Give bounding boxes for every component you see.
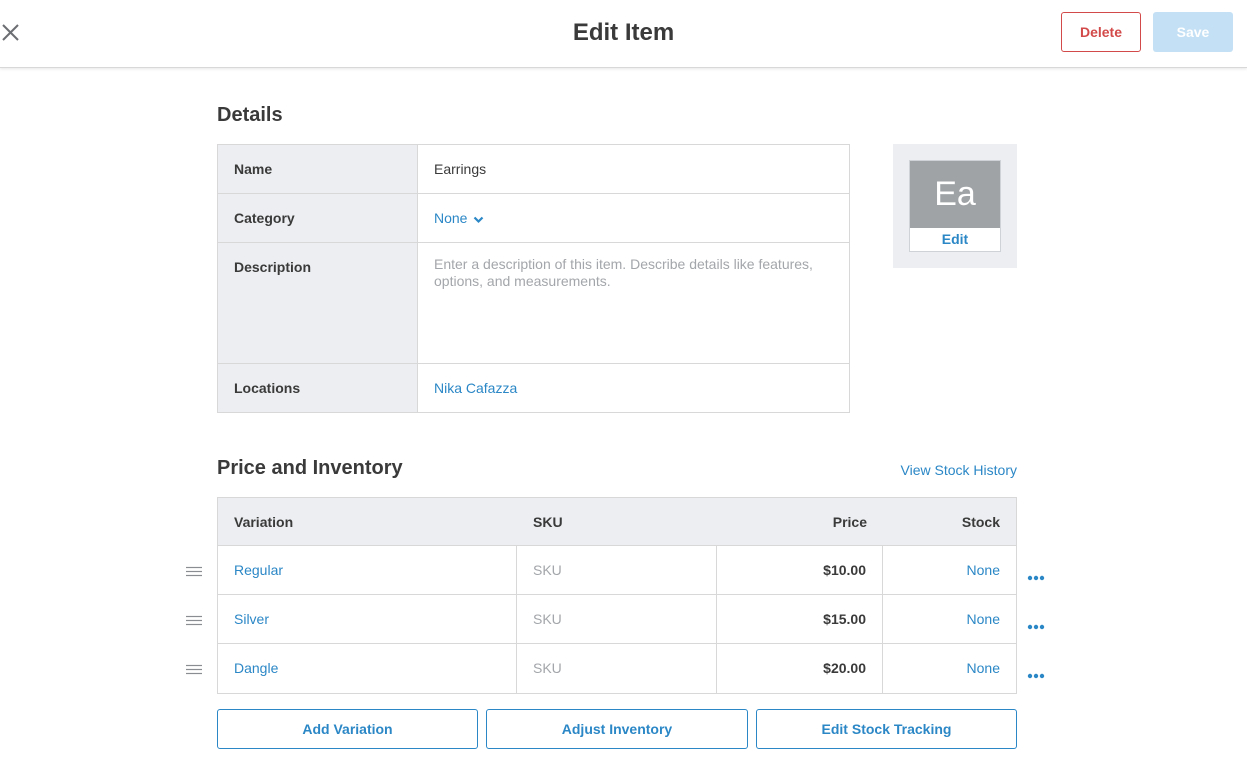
thumbnail-panel: Ea Edit (893, 144, 1017, 268)
name-field-cell[interactable] (418, 145, 849, 193)
row-menu-button[interactable] (1027, 617, 1045, 630)
price-input[interactable]: $20.00 (717, 644, 883, 693)
table-header: Variation SKU Price Stock (218, 498, 1016, 546)
variation-name[interactable]: Regular (218, 546, 517, 594)
variation-name[interactable]: Silver (218, 595, 517, 643)
details-section-title: Details (217, 104, 283, 126)
top-bar: Edit Item Delete Save (0, 0, 1247, 68)
view-stock-history-link[interactable]: View Stock History (860, 462, 1017, 478)
details-table: Name Category None Description Locations… (217, 144, 850, 413)
add-variation-button[interactable]: Add Variation (217, 709, 478, 749)
stock-value[interactable]: None (883, 595, 1016, 643)
adjust-inventory-button[interactable]: Adjust Inventory (486, 709, 748, 749)
locations-link[interactable]: Nika Cafazza (434, 380, 517, 396)
thumbnail-edit-button[interactable]: Edit (910, 228, 1000, 252)
description-cell[interactable] (418, 243, 849, 363)
stock-value[interactable]: None (883, 546, 1016, 594)
thumbnail-initials: Ea (910, 161, 1000, 228)
drag-handle-icon (186, 664, 202, 675)
category-row: Category None (218, 194, 849, 243)
edit-stock-tracking-button[interactable]: Edit Stock Tracking (756, 709, 1017, 749)
column-header-stock: Stock (961, 514, 1000, 530)
row-menu-button[interactable] (1027, 568, 1045, 581)
description-label: Description (218, 243, 418, 363)
item-thumbnail: Ea Edit (909, 160, 1001, 252)
close-icon (2, 24, 19, 41)
name-row: Name (218, 145, 849, 194)
variation-name[interactable]: Dangle (218, 644, 517, 693)
save-button[interactable]: Save (1153, 12, 1233, 52)
drag-handle[interactable] (186, 565, 202, 577)
price-inventory-section-title: Price and Inventory (217, 457, 403, 479)
more-horizontal-icon (1027, 575, 1045, 581)
row-menu-button[interactable] (1027, 666, 1045, 679)
locations-cell: Nika Cafazza (418, 364, 849, 412)
close-button[interactable] (0, 22, 22, 44)
chevron-down-icon (473, 195, 484, 243)
stock-value[interactable]: None (883, 644, 1016, 693)
variations-table: Variation SKU Price Stock Regular SKU $1… (217, 497, 1017, 694)
table-row: Silver SKU $15.00 None (218, 595, 1016, 644)
name-input[interactable] (434, 161, 833, 177)
drag-handle-icon (186, 615, 202, 626)
column-header-variation: Variation (234, 514, 294, 530)
drag-handle-icon (186, 566, 202, 577)
locations-label: Locations (218, 364, 418, 412)
description-row: Description (218, 243, 849, 364)
table-row: Regular SKU $10.00 None (218, 546, 1016, 595)
delete-button[interactable]: Delete (1061, 12, 1141, 52)
more-horizontal-icon (1027, 673, 1045, 679)
price-input[interactable]: $10.00 (717, 546, 883, 594)
more-horizontal-icon (1027, 624, 1045, 630)
column-header-price: Price (832, 514, 867, 530)
category-select[interactable]: None (418, 194, 849, 242)
sku-input[interactable]: SKU (517, 595, 717, 643)
description-input[interactable] (434, 256, 833, 363)
sku-input[interactable]: SKU (517, 644, 717, 693)
drag-handle[interactable] (186, 614, 202, 626)
locations-row: Locations Nika Cafazza (218, 364, 849, 412)
table-row: Dangle SKU $20.00 None (218, 644, 1016, 693)
category-value[interactable]: None (434, 210, 467, 226)
drag-handle[interactable] (186, 663, 202, 675)
column-header-sku: SKU (533, 514, 563, 530)
category-label: Category (218, 194, 418, 242)
page-title: Edit Item (572, 19, 675, 46)
sku-input[interactable]: SKU (517, 546, 717, 594)
price-input[interactable]: $15.00 (717, 595, 883, 643)
name-label: Name (218, 145, 418, 193)
